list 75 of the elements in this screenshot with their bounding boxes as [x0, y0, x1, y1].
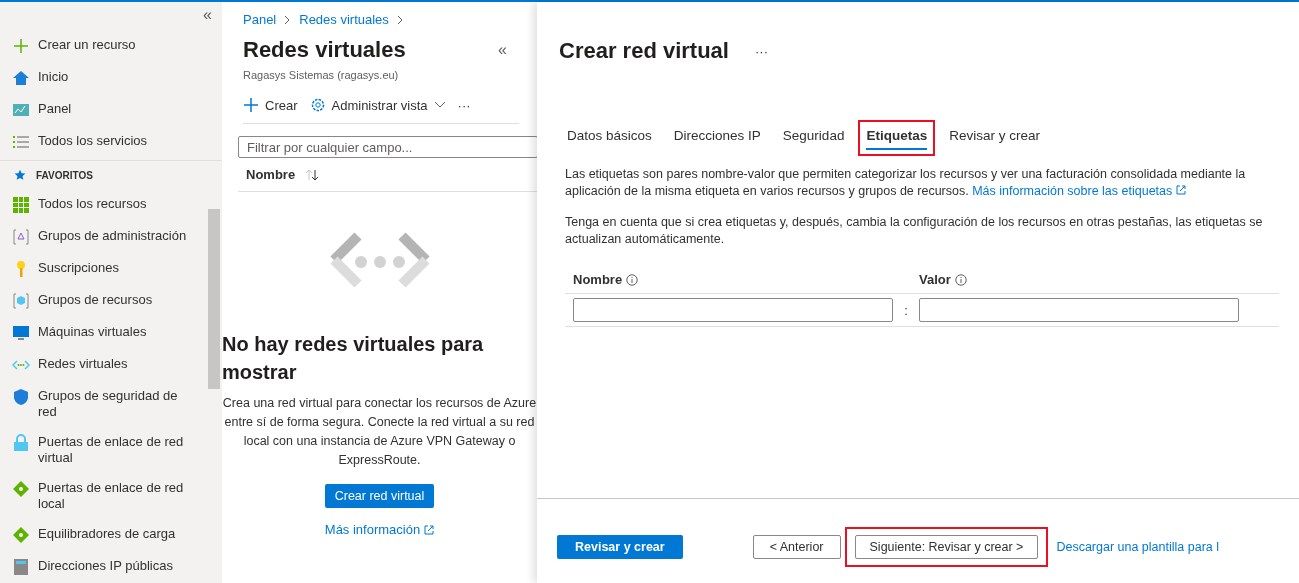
gear-icon — [309, 97, 326, 113]
cube-icon — [12, 292, 30, 310]
shield-icon — [12, 388, 30, 406]
bracket-group-icon — [12, 228, 30, 246]
plus-icon — [243, 97, 259, 113]
collapse-button[interactable]: « — [203, 6, 212, 24]
sidebar-item[interactable]: Grupos de recursos — [38, 292, 198, 308]
sidebar-item[interactable]: Puertas de enlace de red virtual — [38, 434, 198, 466]
tab[interactable]: Seguridad — [774, 120, 853, 156]
empty-state-title: No hay redes virtuales para mostrar — [222, 332, 485, 385]
tab[interactable]: Revisar y crear — [941, 120, 1048, 156]
tab[interactable]: Datos básicos — [559, 120, 660, 156]
filter-field[interactable]: Filtrar por cualquier campo... — [238, 136, 537, 158]
sidebar-item[interactable]: Panel — [38, 101, 198, 117]
intro-paragraph: Las etiquetas son pares nombre-valor que permiten categorizar los recursos y ver una facturación consolidada mediante la aplicación de la misma etiqueta en varios recursos y grupos de recursos. Más información sobre las etiquetas — [565, 166, 1247, 200]
sidebar-item[interactable]: Grupos de administración — [38, 228, 198, 244]
column-header: Valor — [919, 272, 951, 287]
sidebar-item[interactable]: Todos los recursos — [38, 196, 198, 212]
plus-icon — [12, 37, 30, 55]
chevron-icon — [396, 14, 404, 25]
tag-name-field[interactable] — [573, 298, 893, 322]
chevron-down-icon — [433, 101, 446, 109]
home-icon — [12, 69, 30, 87]
sidebar-item[interactable]: Todos los servicios — [38, 133, 198, 149]
section-heading: FAVORITOS — [36, 169, 93, 181]
download-template-link[interactable]: Descargar una plantilla para l — [1056, 540, 1219, 554]
manage-view-button[interactable]: Administrar vista — [309, 97, 446, 113]
sidebar-item[interactable]: Inicio — [38, 69, 198, 85]
star-icon — [14, 169, 26, 181]
breadcrumb-link[interactable]: Panel — [243, 12, 277, 27]
previous-button[interactable]: < Anterior — [752, 535, 841, 559]
panel-title: Crear red virtual — [559, 38, 729, 64]
lock-icon — [12, 434, 30, 452]
review-create-button[interactable]: Revisar y crear — [557, 535, 683, 559]
empty-state-text: Crea una red virtual para conectar los recursos de Azure entre sí de forma segura. Conecte la red virtual a su red local con una instancia de Azure VPN Gateway o ExpressRoute. — [222, 395, 537, 469]
more-button[interactable]: ··· — [754, 43, 768, 59]
sort-icon[interactable] — [305, 168, 320, 181]
breadcrumb-link[interactable]: Redes virtuales — [299, 12, 389, 27]
chevron-icon — [284, 14, 292, 25]
create-button[interactable]: Crear — [243, 97, 298, 113]
tags-info-link[interactable]: Más información sobre las etiquetas — [972, 184, 1187, 198]
next-button[interactable]: Siguiente: Revisar y crear > — [854, 535, 1039, 559]
separator: : — [903, 302, 909, 318]
diamond-icon — [12, 480, 30, 498]
dashboard-icon — [12, 101, 30, 119]
info-icon — [626, 273, 639, 286]
create-network-button[interactable]: Crear red virtual — [324, 484, 435, 508]
calculator-icon — [12, 558, 30, 576]
learn-more-link[interactable]: Más información — [324, 522, 421, 537]
external-link-icon — [1176, 185, 1187, 195]
info-icon — [954, 273, 967, 286]
sidebar-item[interactable]: Grupos de seguridad de red — [38, 388, 198, 420]
monitor-icon — [12, 324, 30, 342]
page-title: Redes virtuales — [243, 37, 406, 63]
note-paragraph: Tenga en cuenta que si crea etiquetas y, después, cambia la configuración de los recursos en otras pestañas, las etiquetas se actualizan automáticamente. — [565, 214, 1264, 248]
sidebar-item[interactable]: Suscripciones — [38, 260, 198, 276]
external-link-icon — [424, 524, 435, 535]
sidebar-item[interactable]: Crear un recurso — [38, 37, 198, 53]
list-icon — [12, 133, 30, 151]
sidebar-item[interactable]: Máquinas virtuales — [38, 324, 198, 340]
more-button[interactable]: ··· — [457, 97, 471, 113]
tab[interactable]: Direcciones IP — [665, 120, 769, 156]
sidebar-item[interactable]: Equilibradores de carga — [38, 526, 198, 542]
scrollbar-thumb[interactable] — [208, 209, 220, 389]
collapse-button[interactable]: « — [498, 41, 507, 59]
column-header[interactable]: Nombre — [246, 167, 296, 182]
diamond-icon — [12, 526, 30, 544]
grid-icon — [12, 196, 30, 214]
sidebar-item[interactable]: Puertas de enlace de red local — [38, 480, 198, 512]
tag-value-field[interactable] — [919, 298, 1239, 322]
column-header: Nombre — [573, 272, 623, 287]
sidebar-item[interactable]: Redes virtuales — [38, 356, 198, 372]
sidebar-item[interactable]: Direcciones IP públicas — [38, 558, 198, 574]
tab[interactable]: Etiquetas — [858, 120, 936, 156]
subtitle: Ragasys Sistemas (ragasys.eu) — [242, 68, 400, 81]
